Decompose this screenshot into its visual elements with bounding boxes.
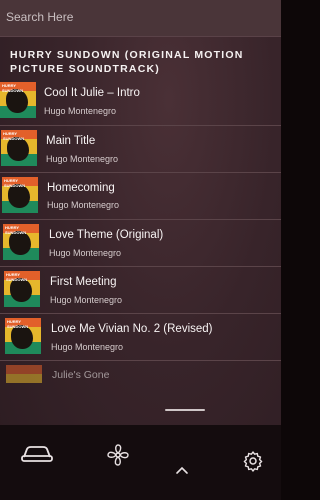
track-artist: Hugo Montenegro xyxy=(47,200,120,210)
track-row[interactable]: HURRY SUNDOWN Homecoming Hugo Montenegro xyxy=(0,173,281,220)
album-art: HURRY SUNDOWN xyxy=(3,224,39,260)
album-art-text: HURRY SUNDOWN xyxy=(4,178,26,188)
album-art: HURRY SUNDOWN xyxy=(5,318,41,354)
scroll-handle[interactable] xyxy=(165,409,205,411)
track-title: First Meeting xyxy=(50,276,117,288)
track-title: Love Me Vivian No. 2 (Revised) xyxy=(51,323,213,335)
track-artist: Hugo Montenegro xyxy=(51,342,124,352)
album-art: HURRY SUNDOWN xyxy=(2,177,38,213)
track-artist: Hugo Montenegro xyxy=(44,106,117,116)
album-art-text: HURRY SUNDOWN xyxy=(6,272,28,282)
album-art: HURRY SUNDOWN xyxy=(4,271,40,307)
album-art: HURRY SUNDOWN xyxy=(0,82,36,118)
bottom-nav-bar xyxy=(0,425,281,500)
gear-icon[interactable] xyxy=(242,450,264,472)
car-icon[interactable] xyxy=(20,444,54,464)
album-art xyxy=(6,365,42,383)
album-art: HURRY SUNDOWN xyxy=(1,130,37,166)
track-title: Love Theme (Original) xyxy=(49,229,164,241)
track-artist: Hugo Montenegro xyxy=(50,295,123,305)
album-art-text: HURRY SUNDOWN xyxy=(3,131,25,141)
track-title: Homecoming xyxy=(47,182,115,194)
track-row[interactable]: Julie's Gone xyxy=(0,361,281,388)
track-artist: Hugo Montenegro xyxy=(49,248,122,258)
album-art-text: HURRY SUNDOWN xyxy=(5,225,27,235)
chevron-up-icon[interactable] xyxy=(175,465,189,475)
fan-icon[interactable] xyxy=(106,443,130,467)
album-title: HURRY SUNDOWN (ORIGINAL MOTION PICTURE S… xyxy=(10,49,244,75)
track-list: HURRY SUNDOWN Cool It Julie – Intro Hugo… xyxy=(0,78,281,388)
search-input[interactable]: Search Here xyxy=(6,10,73,24)
track-row[interactable]: HURRY SUNDOWN First Meeting Hugo Montene… xyxy=(0,267,281,314)
track-artist: Hugo Montenegro xyxy=(46,154,119,164)
media-browser-screen: Search Here HURRY SUNDOWN (ORIGINAL MOTI… xyxy=(0,0,281,500)
track-row[interactable]: HURRY SUNDOWN Main Title Hugo Montenegro xyxy=(0,126,281,173)
search-bar[interactable]: Search Here xyxy=(0,0,281,37)
track-row[interactable]: HURRY SUNDOWN Love Theme (Original) Hugo… xyxy=(0,220,281,267)
track-row[interactable]: HURRY SUNDOWN Cool It Julie – Intro Hugo… xyxy=(0,78,281,126)
track-title: Cool It Julie – Intro xyxy=(44,87,140,99)
album-art-text: HURRY SUNDOWN xyxy=(7,319,29,329)
track-title: Julie's Gone xyxy=(52,369,110,381)
album-art-text: HURRY SUNDOWN xyxy=(2,83,24,93)
track-title: Main Title xyxy=(46,135,96,147)
track-row[interactable]: HURRY SUNDOWN Love Me Vivian No. 2 (Revi… xyxy=(0,314,281,361)
